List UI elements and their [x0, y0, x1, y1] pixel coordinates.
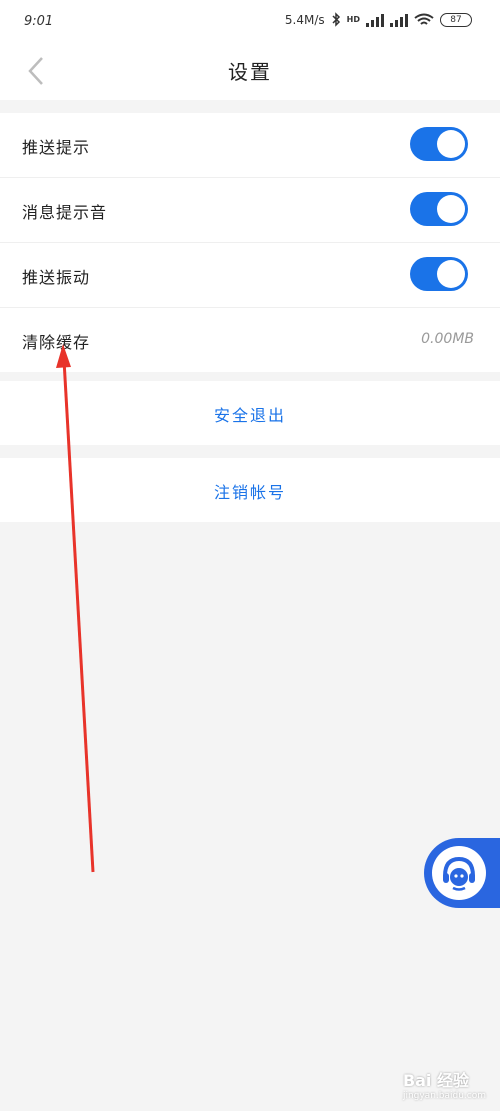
- watermark: Bai 经验 jingyan.baidu.com: [403, 1067, 486, 1101]
- headset-icon: [432, 846, 486, 900]
- customer-service-button[interactable]: [424, 838, 500, 908]
- watermark-url: jingyan.baidu.com: [402, 1091, 486, 1101]
- annotation-arrow: [56, 344, 95, 873]
- watermark-brand: Bai 经验: [402, 1071, 469, 1090]
